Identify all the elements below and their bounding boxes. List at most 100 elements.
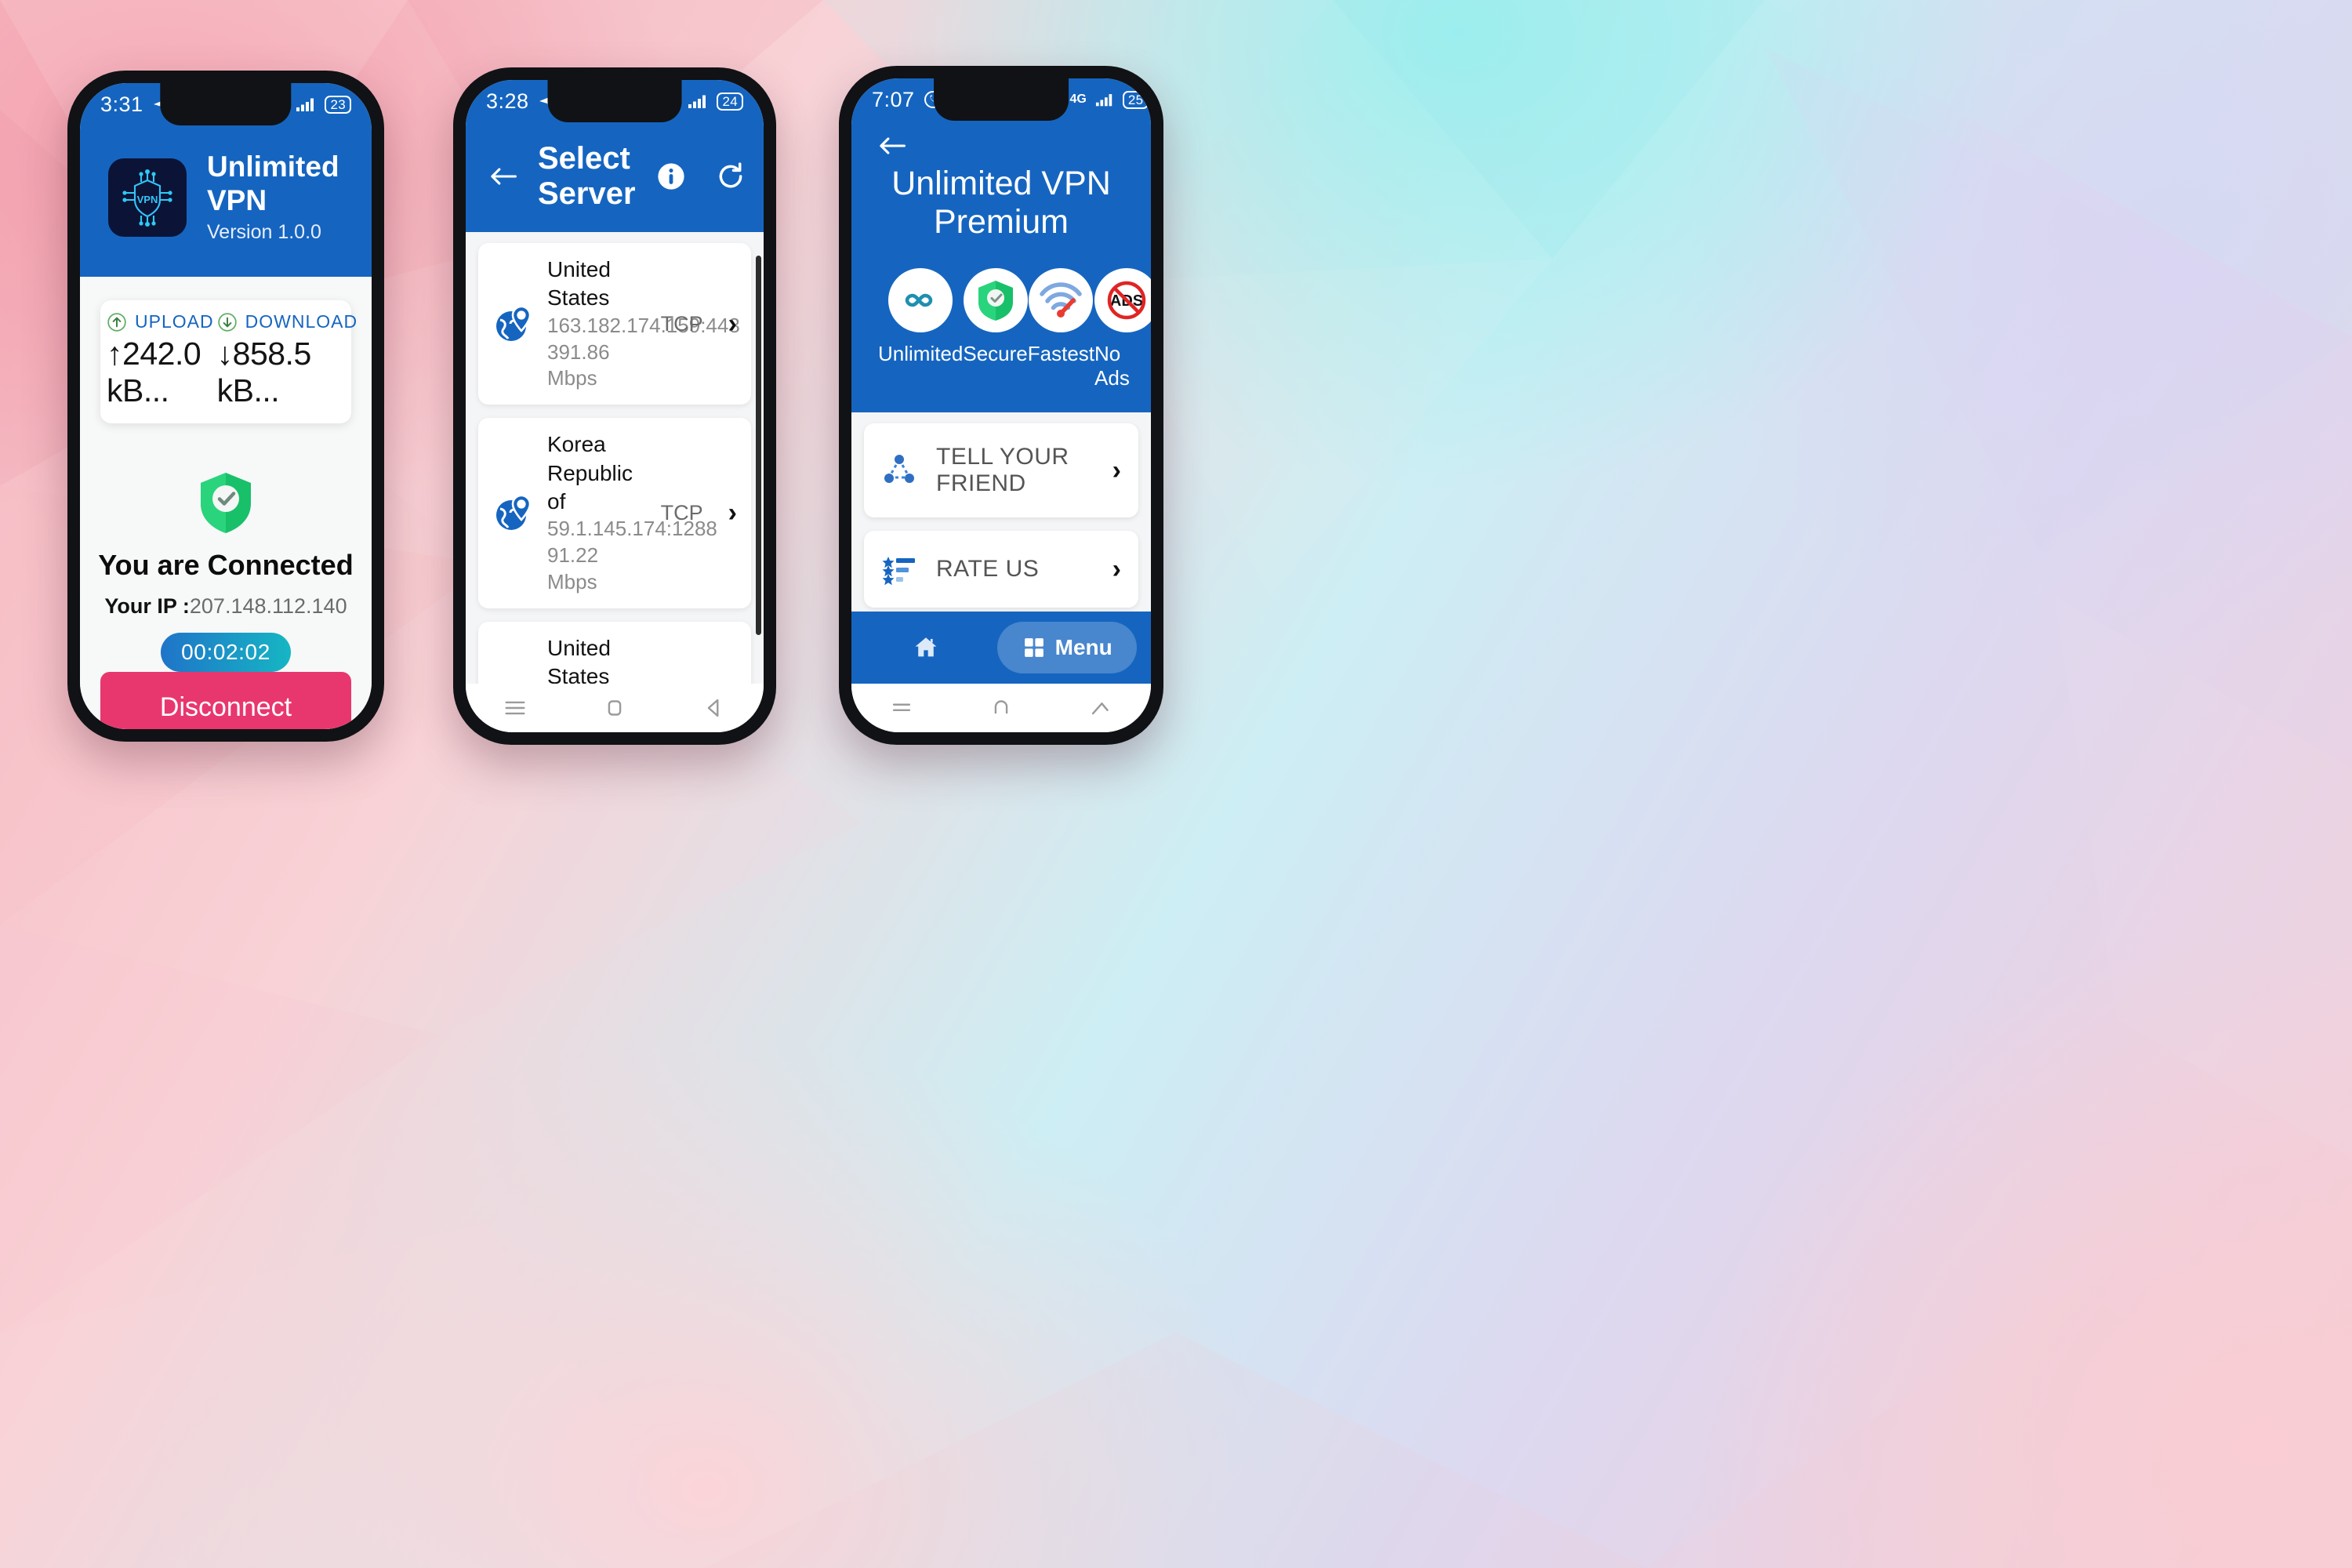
premium-feature: ADS No Ads [1094, 268, 1151, 390]
connection-status-text: You are Connected [98, 549, 354, 582]
app-name: Unlimited VPN [207, 151, 339, 216]
shield-check-icon [198, 470, 254, 535]
upload-label: UPLOAD [135, 311, 214, 332]
server-info: United States 163.182.174.159:443 391.86 M… [547, 256, 740, 392]
menu-list[interactable]: TELL YOUR FRIEND›RATE US›MORE APPS›ABOUT… [851, 412, 1151, 612]
premium-feature: Fastest [1028, 268, 1094, 390]
server-speed: 91.22 Mbps [547, 543, 599, 593]
recents-icon[interactable] [502, 695, 528, 721]
server-list-item[interactable]: United States 163.182.174.159:443 391.86 M… [478, 243, 751, 405]
phone-2-app-bar: Select Server [466, 127, 764, 232]
download-column: DOWNLOAD ↓858.5 kB... [217, 311, 358, 409]
page-title: Select Server [538, 141, 636, 211]
info-icon[interactable] [656, 162, 686, 191]
phone-3-gesture-bar [851, 684, 1151, 732]
speed-card: UPLOAD ↑242.0 kB... DOWNLOAD ↓858.5 kB..… [100, 300, 357, 424]
premium-features-row: UnlimitedSecureFastest ADS No Ads [878, 268, 1151, 390]
phone-1-notch [160, 83, 292, 125]
download-value: ↓858.5 kB... [216, 336, 312, 409]
server-list-item[interactable]: Korea Republic of 59.1.145.174:1288 91.22 … [478, 418, 751, 608]
home-icon [913, 634, 939, 661]
premium-feature-label: Fastest [1027, 342, 1095, 365]
page-title: Unlimited VPN Premium [891, 165, 1111, 241]
vpn-circuit-shield-icon: VPN [122, 169, 172, 227]
download-arrow-icon [217, 312, 238, 332]
phone-3-notch [934, 78, 1069, 121]
grid-apps-icon [1022, 636, 1046, 659]
phone-1-app-header: VPN Unlimited VPN Version 1.0.0 [80, 130, 372, 278]
back-arrow-icon[interactable] [878, 133, 1124, 158]
premium-feature-label: Secure [963, 342, 1028, 365]
home-gesture-icon[interactable] [988, 695, 1014, 721]
globe-location-icon [492, 492, 535, 534]
upload-arrow-icon [107, 312, 127, 332]
premium-feature-label: No Ads [1094, 342, 1130, 390]
chevron-right-icon: › [728, 308, 737, 339]
phone-2-frame: 3:28 24 Select Server United States 163.… [453, 67, 776, 745]
phone-3-frame: 7:07 0.00 KB/S Vo LTED [839, 66, 1163, 745]
shield-check-icon [963, 268, 1028, 332]
rating-stars-icon [881, 551, 917, 587]
svg-text:VPN: VPN [137, 194, 158, 205]
upload-column: UPLOAD ↑242.0 kB... [107, 311, 214, 409]
menu-item-label: RATE US [936, 556, 1040, 582]
server-protocol: TCP [660, 311, 703, 336]
server-info: United States139.180.147.96:443776.15 Mb… [547, 634, 648, 684]
phone-3-screen: 7:07 0.00 KB/S Vo LTED [851, 78, 1151, 732]
server-list-item[interactable]: United States139.180.147.96:443776.15 Mb… [478, 621, 751, 684]
back-gesture-icon[interactable] [701, 695, 728, 721]
app-logo-icon: VPN [108, 158, 187, 237]
back-arrow-icon[interactable] [489, 164, 517, 189]
battery-indicator: 24 [717, 92, 743, 111]
menu-item-label: TELL YOUR FRIEND [936, 444, 1069, 496]
status-time: 3:31 [100, 92, 143, 116]
phone-1-frame: 3:31 23 VPN Unlimited VPN Version 1.0.0 … [67, 71, 384, 742]
chevron-right-icon: › [1112, 455, 1121, 485]
list-scrollbar[interactable] [756, 256, 761, 635]
battery-indicator: 25 [1122, 90, 1149, 109]
phone-3-bottom-nav: Menu [851, 612, 1151, 684]
session-timer: 00:02:02 [161, 633, 291, 673]
server-list[interactable]: United States 163.182.174.159:443 391.86 M… [466, 232, 764, 684]
signal-icon [1095, 92, 1114, 107]
phone-2-screen: 3:28 24 Select Server United States 163.… [466, 80, 764, 732]
back-gesture-icon[interactable] [1087, 695, 1114, 721]
server-info: Korea Republic of 59.1.145.174:1288 91.22 … [547, 430, 717, 596]
no-ads-icon: ADS [1094, 268, 1151, 332]
disconnect-button[interactable]: Disconnect [100, 672, 351, 729]
phone-1-body: UPLOAD ↑242.0 kB... DOWNLOAD ↓858.5 kB..… [80, 277, 372, 729]
infinity-icon [888, 268, 953, 332]
server-speed: 391.86 Mbps [547, 339, 610, 390]
chevron-right-icon: › [1112, 554, 1121, 584]
server-country: United States [547, 257, 611, 310]
server-address: 163.182.174.159:443 [547, 313, 740, 337]
ip-address-row: Your IP :207.148.112.140 [104, 594, 347, 619]
server-protocol: TCP [660, 500, 703, 524]
nav-home-button[interactable] [866, 622, 986, 673]
upload-value: ↑242.0 kB... [107, 336, 201, 409]
globe-location-icon [492, 681, 535, 684]
menu-list-item[interactable]: RATE US › [864, 531, 1138, 608]
server-country: Korea Republic of [547, 432, 633, 514]
server-address: 59.1.145.174:1288 [547, 517, 717, 541]
phone-2-notch [547, 80, 682, 122]
refresh-icon[interactable] [716, 162, 746, 191]
recents-icon[interactable] [888, 695, 915, 721]
phone-3-header: Unlimited VPN Premium Unlimited Secure Fas… [851, 125, 1151, 412]
nav-menu-label: Menu [1054, 635, 1112, 659]
globe-location-icon [492, 303, 535, 345]
server-country: United States [547, 635, 611, 684]
phone-1-screen: 3:31 23 VPN Unlimited VPN Version 1.0.0 … [80, 83, 372, 729]
signal-icon [688, 93, 708, 109]
ip-label: Your IP : [104, 594, 190, 619]
premium-feature: Unlimited [878, 268, 963, 390]
menu-list-item[interactable]: TELL YOUR FRIEND › [864, 423, 1138, 517]
home-gesture-icon[interactable] [601, 695, 628, 721]
status-time: 7:07 [872, 87, 915, 111]
nav-menu-button[interactable]: Menu [997, 622, 1137, 673]
status-time: 3:28 [486, 89, 529, 113]
chevron-right-icon: › [728, 497, 737, 528]
network-type: 4G [1069, 92, 1087, 106]
decorative-arc [1079, 608, 1151, 612]
signal-icon [296, 96, 316, 112]
